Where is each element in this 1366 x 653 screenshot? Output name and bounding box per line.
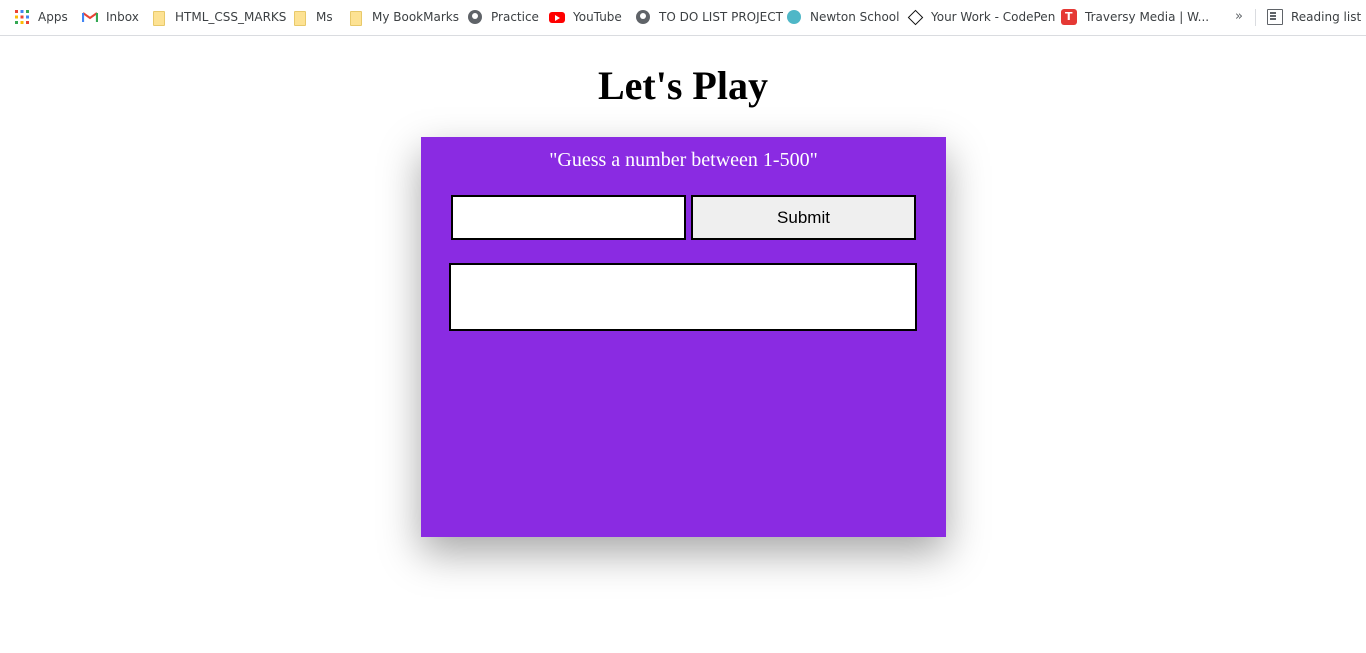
bookmark-label: Ms	[316, 10, 333, 24]
folder-icon	[292, 9, 308, 26]
bookmark-label: Newton School	[810, 10, 900, 24]
bookmark-folder-html-css-marks[interactable]: HTML_CSS_MARKS	[151, 0, 286, 34]
bookmark-label: TO DO LIST PROJECT	[659, 10, 783, 24]
bookmark-folder-ms[interactable]: Ms	[292, 0, 333, 34]
bookmark-label: HTML_CSS_MARKS	[175, 10, 287, 24]
bookmark-label: Traversy Media | W...	[1085, 10, 1210, 24]
result-display	[449, 263, 917, 331]
apps-grid-icon	[14, 9, 30, 25]
bookmark-folder-my-bookmarks[interactable]: My BookMarks	[348, 0, 459, 34]
bookmark-inbox[interactable]: Inbox	[81, 0, 139, 34]
newton-school-icon	[786, 9, 802, 25]
reading-list-button[interactable]: Reading list	[1267, 0, 1361, 34]
globe-icon	[635, 9, 651, 25]
youtube-icon	[549, 9, 565, 25]
bookmark-label: YouTube	[573, 10, 622, 24]
bookmark-label: My BookMarks	[372, 10, 459, 24]
reading-list-icon	[1267, 9, 1283, 25]
codepen-icon	[907, 9, 923, 25]
submit-button[interactable]: Submit	[691, 195, 916, 240]
bookmark-practice[interactable]: Practice	[467, 0, 539, 34]
bookmark-codepen[interactable]: Your Work - CodePen	[907, 0, 1055, 34]
bookmark-traversy-media[interactable]: Traversy Media | W...	[1061, 0, 1209, 34]
bookmarks-bar: Apps Inbox HTML_CSS_MARKS Ms My BookMark…	[0, 0, 1366, 36]
folder-icon	[151, 9, 167, 26]
game-card: "Guess a number between 1-500" Submit	[421, 137, 946, 537]
bookmark-label: Inbox	[106, 10, 139, 24]
gmail-icon	[81, 9, 99, 25]
bookmark-youtube[interactable]: YouTube	[549, 0, 622, 34]
bookmark-newton-school[interactable]: Newton School	[786, 0, 899, 34]
bookmarks-divider	[1255, 9, 1256, 26]
bookmark-label: Your Work - CodePen	[931, 10, 1056, 24]
bookmark-todo-list-project[interactable]: TO DO LIST PROJECT	[635, 0, 783, 34]
bookmarks-overflow-chevron-icon[interactable]: »	[1235, 9, 1243, 24]
folder-icon	[348, 9, 364, 26]
traversy-media-icon	[1061, 9, 1077, 25]
bookmark-label: Apps	[38, 10, 68, 24]
bookmark-label: Practice	[491, 10, 539, 24]
bookmark-apps[interactable]: Apps	[14, 0, 68, 34]
game-prompt: "Guess a number between 1-500"	[549, 149, 818, 171]
page-title: Let's Play	[598, 63, 768, 108]
guess-input[interactable]	[451, 195, 686, 240]
reading-list-label: Reading list	[1291, 10, 1362, 24]
globe-icon	[467, 9, 483, 25]
